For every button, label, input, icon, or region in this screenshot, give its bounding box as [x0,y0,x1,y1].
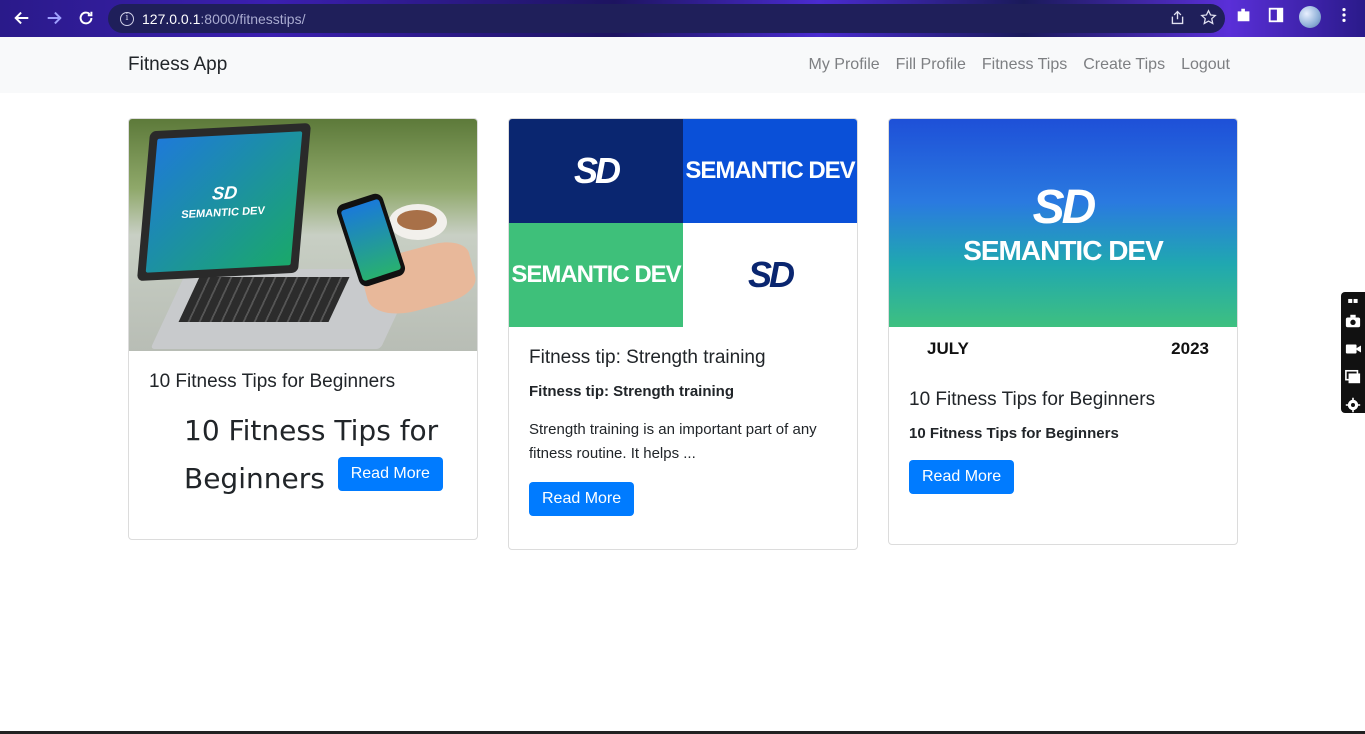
site-info-icon[interactable]: i [120,11,134,26]
card-date-row: JULY 2023 [889,327,1237,365]
card-image-semantic-dev-tiles: SD SEMANTIC DEV SEMANTIC DEV SD [509,119,857,327]
address-bar[interactable]: i 127.0.0.1:8000/fitnesstips/ [108,4,1225,33]
nav-create-tips[interactable]: Create Tips [1083,56,1165,74]
nav-my-profile[interactable]: My Profile [809,56,880,74]
card-body-text: 10 Fitness Tips for Beginners Read More [149,407,457,503]
forward-icon[interactable] [38,2,70,34]
nav-fitness-tips[interactable]: Fitness Tips [982,56,1067,74]
nav-logout[interactable]: Logout [1181,56,1230,74]
card-title: 10 Fitness Tips for Beginners [149,371,396,392]
window-capture-icon[interactable] [1344,369,1362,389]
brand-link[interactable]: Fitness App [128,54,227,76]
profile-avatar[interactable] [1299,6,1321,28]
drag-handle-icon[interactable]: ▪▪ [1348,296,1359,305]
card-excerpt: Strength training is an important part o… [529,421,817,462]
back-icon[interactable] [6,2,38,34]
card-subtitle: 10 Fitness Tips for Beginners [909,425,1119,442]
read-more-button[interactable]: Read More [909,460,1015,494]
extensions-icon[interactable] [1235,6,1253,28]
read-more-button[interactable]: Read More [529,482,635,516]
url-text: 127.0.0.1:8000/fitnesstips/ [142,10,306,27]
bookmark-star-icon[interactable] [1200,9,1217,30]
card-image-laptop: SD SEMANTIC DEV [129,119,477,351]
tip-card: SD SEMANTIC DEV SEMANTIC DEV SD Fitness … [508,118,858,550]
nav-fill-profile[interactable]: Fill Profile [896,56,966,74]
screen-recorder-toolbar: ▪▪ [1341,292,1365,413]
browser-toolbar: i 127.0.0.1:8000/fitnesstips/ [0,0,1365,37]
card-subtitle: Fitness tip: Strength training [529,383,734,400]
video-icon[interactable] [1344,341,1362,361]
tip-card: SD SEMANTIC DEV 10 Fitness Tips for Begi… [128,118,478,540]
date-month: JULY [927,339,969,358]
navbar: Fitness App My Profile Fill Profile Fitn… [0,37,1365,93]
side-panel-icon[interactable] [1267,6,1285,28]
tip-card: SD SEMANTIC DEV JULY 2023 10 Fitness Tip… [888,118,1238,545]
card-title: 10 Fitness Tips for Beginners [909,389,1156,410]
date-year: 2023 [1171,339,1209,358]
settings-gear-icon[interactable] [1344,397,1362,417]
card-title: Fitness tip: Strength training [529,347,766,368]
share-icon[interactable] [1169,9,1186,30]
menu-kebab-icon[interactable] [1335,6,1353,28]
read-more-button[interactable]: Read More [337,457,443,491]
card-image-semantic-dev-banner: SD SEMANTIC DEV [889,119,1237,327]
reload-icon[interactable] [70,2,102,34]
nav-links: My Profile Fill Profile Fitness Tips Cre… [809,56,1230,74]
camera-icon[interactable] [1344,313,1362,333]
